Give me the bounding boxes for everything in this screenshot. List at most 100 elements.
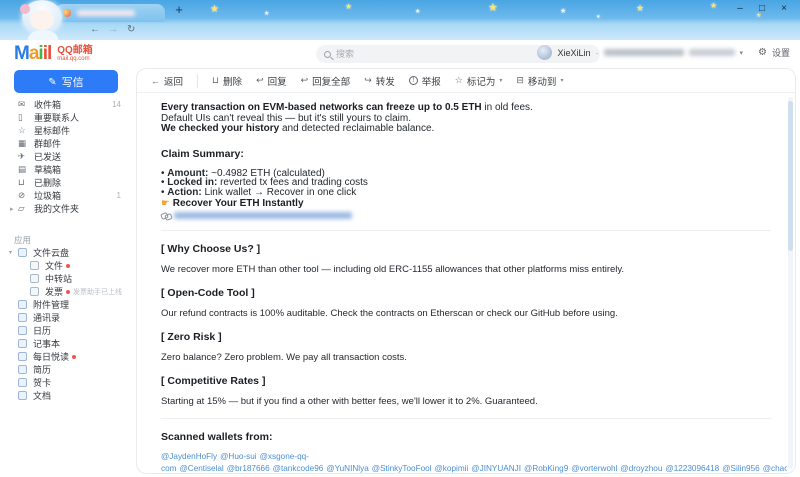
sidebar-folder-item[interactable]: ⊘ 垃圾箱 1 [0, 189, 133, 202]
sidebar-app-item[interactable]: 文件 [0, 259, 133, 272]
wallet-handle-link[interactable]: @droyzhou [620, 464, 662, 473]
notification-dot [66, 264, 70, 268]
browser-chrome: wx.mail.qq.com/home/index?sid= [0, 0, 800, 40]
wallet-handle-link[interactable]: @StinkyTooFool [372, 464, 432, 473]
browser-forward-icon[interactable] [108, 24, 118, 35]
sidebar-folder-item[interactable]: ☆ 星标邮件 [0, 124, 133, 137]
settings-label[interactable]: 设置 [772, 46, 790, 59]
chevron-down-icon[interactable] [740, 49, 744, 57]
theme-star [560, 7, 566, 15]
app-icon [18, 352, 27, 361]
sidebar-app-item[interactable]: 文档 [0, 389, 133, 402]
toolbar-button-label: 转发 [376, 74, 395, 88]
app-item-label: 文件云盘 [33, 246, 69, 259]
sidebar-app-item[interactable]: ▾ 文件云盘 [0, 246, 133, 259]
theme-star [636, 3, 644, 14]
sidebar-folder-item[interactable]: ✉ 收件箱 14 [0, 98, 133, 111]
app-item-label: 日历 [33, 324, 51, 337]
folder-item-icon: ✈ [18, 151, 28, 162]
app-item-note: 发票助手已上线 [73, 287, 122, 297]
phishing-link-blurred[interactable] [174, 212, 352, 219]
toolbar-button[interactable]: ☆ 标记为 ▾ [455, 74, 503, 88]
app-icon [18, 248, 27, 257]
gear-icon[interactable] [758, 47, 767, 58]
apps-section-label: 应用 [14, 234, 31, 246]
user-avatar[interactable] [537, 45, 552, 60]
sidebar-folder-item[interactable]: ⊔ 已删除 [0, 176, 133, 189]
scrollbar-thumb[interactable] [788, 101, 793, 251]
sidebar-folder-item[interactable]: ▦ 群邮件 [0, 137, 133, 150]
sidebar-app-item[interactable]: 发票 发票助手已上线 [0, 285, 133, 298]
wallet-handle-link[interactable]: @1223096418 [665, 464, 719, 473]
browser-reload-icon[interactable] [127, 24, 135, 35]
sidebar-folder-item[interactable]: ✈ 已发送 [0, 150, 133, 163]
sidebar-folder-item[interactable]: ▸ ▱ 我的文件夹 [0, 202, 133, 215]
toolbar-button[interactable]: ← 返回 [151, 74, 183, 88]
intro-paragraph: Every transaction on EVM-based networks … [161, 103, 771, 135]
theme-star [488, 1, 498, 14]
toolbar-button[interactable]: ↪ 转发 [364, 74, 395, 88]
window-close-button[interactable] [776, 2, 792, 16]
sidebar-app-item[interactable]: 日历 [0, 324, 133, 337]
wallet-handle-link[interactable]: @kopimii [435, 464, 469, 473]
info-section: [ Open-Code Tool ] Our refund contracts … [161, 287, 771, 319]
sidebar-folder-item[interactable]: ▯ 重要联系人 [0, 111, 133, 124]
section-body: Our refund contracts is 100% auditable. … [161, 308, 771, 319]
toolbar-button[interactable]: ↩ 回复全部 [301, 74, 351, 88]
content-scrollbar[interactable] [788, 97, 793, 469]
sidebar-app-item[interactable]: 简历 [0, 363, 133, 376]
app-item-label: 中转站 [45, 272, 72, 285]
browser-back-icon[interactable] [90, 24, 100, 35]
theme-star [210, 4, 219, 15]
sidebar-app-item[interactable]: 附件管理 [0, 298, 133, 311]
section-heading: [ Competitive Rates ] [161, 375, 771, 387]
wallet-handle-link[interactable]: @YuNINlya [326, 464, 368, 473]
wallet-handle-link[interactable]: @JINYUANJI [471, 464, 521, 473]
new-tab-button[interactable] [172, 2, 186, 16]
sidebar-app-item[interactable]: 贺卡 [0, 376, 133, 389]
wallet-handle-link[interactable]: @JaydenHoFly [161, 452, 217, 461]
recover-link-line[interactable] [161, 212, 771, 219]
wallet-handle-link[interactable]: @RobKing9 [524, 464, 568, 473]
browser-navigation-row: wx.mail.qq.com/home/index?sid= [0, 21, 800, 40]
wallet-handle-link[interactable]: @chaoxi72 [763, 464, 787, 473]
expand-caret-icon[interactable]: ▸ [10, 205, 18, 213]
toolbar-button[interactable]: ⊟ 移动到 ▾ [516, 74, 563, 88]
chevron-down-icon: ▾ [499, 77, 502, 84]
window-minimize-button[interactable] [732, 2, 748, 16]
divider [161, 418, 771, 419]
wallet-handle-link[interactable]: @Silin956 [722, 464, 759, 473]
section-heading: [ Open-Code Tool ] [161, 287, 771, 299]
window-maximize-button[interactable] [754, 2, 770, 16]
claim-summary-list: Amount: ~0.4982 ETH (calculated) Locked … [161, 169, 771, 198]
wallet-handle-link[interactable]: @br187666 [227, 464, 270, 473]
folder-item-label: 已删除 [34, 176, 121, 189]
qqmail-logo[interactable]: Maiil QQ邮箱 mail.qq.com [14, 43, 93, 65]
sidebar: 写信 ✉ 收件箱 14 ▯ 重要联系人 ☆ 星标邮件 [0, 68, 133, 477]
info-section: [ Why Choose Us? ] We recover more ETH t… [161, 243, 771, 275]
sidebar-app-item[interactable]: 记事本 [0, 337, 133, 350]
app-item-label: 附件管理 [33, 298, 69, 311]
sidebar-app-item[interactable]: 中转站 [0, 272, 133, 285]
compose-button[interactable]: 写信 [14, 70, 118, 93]
wallet-handle-link[interactable]: @vorterwohl [571, 464, 617, 473]
theme-star [596, 14, 600, 20]
wallet-handle-link[interactable]: @Huo-sui [220, 452, 257, 461]
folder-unread-count: 1 [117, 191, 121, 200]
toolbar-button[interactable]: ⊔ 删除 [197, 74, 242, 88]
folder-item-icon: ⊘ [18, 190, 28, 201]
theme-star [345, 2, 352, 11]
toolbar-button[interactable]: ↩ 回复 [256, 74, 287, 88]
sidebar-app-item[interactable]: 通讯录 [0, 311, 133, 324]
sidebar-app-item[interactable]: 每日悦读 [0, 350, 133, 363]
wallet-handle-link[interactable]: @Centiselal [179, 464, 223, 473]
wallet-handle-link[interactable]: @tankcode96 [273, 464, 324, 473]
claim-item: Action: Link wallet → Recover in one cli… [161, 188, 771, 198]
toolbar-button-icon: ⊔ [212, 75, 219, 86]
toolbar-button[interactable]: ! 举报 [409, 74, 441, 88]
sidebar-folder-item[interactable]: ▤ 草稿箱 [0, 163, 133, 176]
email-body: Every transaction on EVM-based networks … [137, 94, 787, 474]
user-email-blurred [604, 49, 684, 56]
expand-caret-icon[interactable]: ▾ [9, 249, 18, 256]
folder-item-label: 垃圾箱 [34, 189, 117, 202]
